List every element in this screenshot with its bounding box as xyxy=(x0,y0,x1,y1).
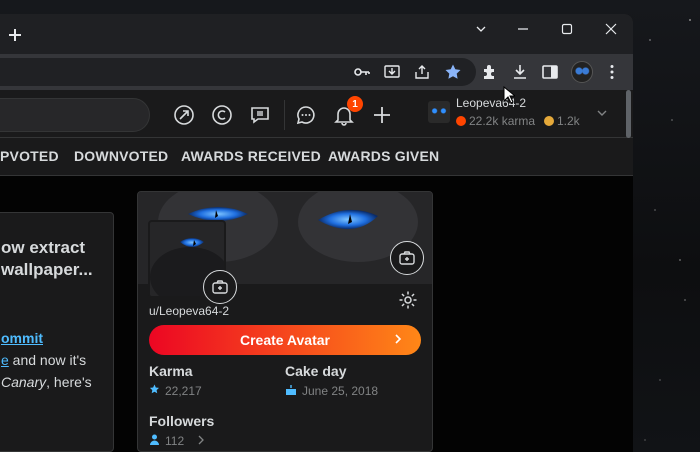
post-text-2: , here's xyxy=(46,374,92,390)
add-banner-photo-button[interactable] xyxy=(390,241,424,275)
maximize-icon xyxy=(561,23,573,35)
chevron-down-icon xyxy=(476,26,486,32)
karma-value: 22,217 xyxy=(149,384,202,398)
user-coins: 1.2k xyxy=(544,114,580,128)
karma-value-text: 22,217 xyxy=(165,384,202,398)
user-avatar xyxy=(428,101,450,123)
side-panel-icon xyxy=(542,65,558,79)
close-icon xyxy=(605,23,617,35)
side-panel-button[interactable] xyxy=(540,62,560,82)
create-avatar-button[interactable]: Create Avatar xyxy=(149,325,421,355)
cakeday-label: Cake day xyxy=(285,363,347,379)
share-button[interactable] xyxy=(412,62,432,82)
maximize-button[interactable] xyxy=(552,20,582,40)
chevron-right-icon xyxy=(197,434,205,448)
profile-avatar[interactable] xyxy=(571,61,593,83)
plus-icon xyxy=(9,29,21,41)
user-menu[interactable]: Leopeva64-2 22.2k karma 1.2k xyxy=(428,94,618,134)
key-icon xyxy=(354,68,370,76)
post-title[interactable]: ow extract wallpaper... xyxy=(1,237,111,281)
tab-strip xyxy=(0,14,633,54)
followers-value-text: 112 xyxy=(165,434,185,448)
user-coins-text: 1.2k xyxy=(557,114,580,128)
create-post-button[interactable] xyxy=(370,103,394,127)
coins-icon xyxy=(212,105,232,125)
user-icon xyxy=(149,434,160,448)
post-card[interactable]: ow extract wallpaper... ommit e and now … xyxy=(0,212,114,452)
cakeday-value-text: June 25, 2018 xyxy=(302,384,379,398)
coin-icon xyxy=(544,116,554,126)
create-avatar-label: Create Avatar xyxy=(239,332,330,348)
share-icon xyxy=(415,65,429,79)
mod-icon xyxy=(251,107,269,124)
create-post-icon xyxy=(374,107,390,123)
user-karma-text: 22.2k karma xyxy=(469,114,536,128)
site-header: Leopeva64-2 22.2k karma 1.2k xyxy=(0,90,633,138)
new-tab-button[interactable] xyxy=(6,26,24,44)
downloads-button[interactable] xyxy=(510,62,530,82)
gear-icon xyxy=(399,291,417,309)
profile-tabs: PVOTED DOWNVOTED AWARDS RECEIVED AWARDS … xyxy=(0,138,633,176)
cakeday-value: June 25, 2018 xyxy=(285,384,378,398)
profile-card: u/Leopeva64-2 Create Avatar Karma 22,217… xyxy=(137,191,433,452)
user-name: Leopeva64-2 xyxy=(456,96,527,110)
add-photo-icon xyxy=(212,280,228,294)
cake-icon xyxy=(285,384,297,398)
karma-label: Karma xyxy=(149,363,193,379)
popular-button[interactable] xyxy=(172,103,196,127)
tab-upvoted[interactable]: PVOTED xyxy=(0,148,59,164)
tab-search-button[interactable] xyxy=(466,20,496,40)
chevron-down-icon xyxy=(596,107,608,122)
notification-badge: 1 xyxy=(347,96,363,112)
tab-awards-given[interactable]: AWARDS GIVEN xyxy=(328,148,439,164)
chevron-right-icon xyxy=(393,325,403,355)
profile-settings-button[interactable] xyxy=(398,290,418,310)
download-icon xyxy=(514,65,526,79)
install-app-icon xyxy=(384,65,400,78)
menu-icon xyxy=(610,65,614,79)
add-avatar-photo-button[interactable] xyxy=(203,270,237,304)
followers-value[interactable]: 112 xyxy=(149,434,205,448)
popular-icon xyxy=(174,105,194,125)
address-bar[interactable] xyxy=(0,58,476,86)
karma-icon xyxy=(456,116,466,126)
coins-button[interactable] xyxy=(210,103,234,127)
browser-menu-button[interactable] xyxy=(602,62,622,82)
post-link-2[interactable]: e xyxy=(1,352,9,368)
chat-button[interactable] xyxy=(294,103,318,127)
post-link[interactable]: ommit xyxy=(1,330,43,346)
bookmark-button[interactable] xyxy=(443,62,463,82)
header-divider xyxy=(284,100,285,130)
add-photo-icon xyxy=(399,251,415,265)
extensions-icon xyxy=(484,65,494,79)
search-input[interactable] xyxy=(0,98,150,132)
install-app-button[interactable] xyxy=(382,62,402,82)
password-button[interactable] xyxy=(352,62,372,82)
bookmark-star-icon xyxy=(445,64,461,79)
mouse-cursor-icon xyxy=(503,86,515,104)
page-scrollbar[interactable] xyxy=(626,90,631,138)
minimize-icon xyxy=(518,28,528,30)
mod-button[interactable] xyxy=(248,103,272,127)
close-window-button[interactable] xyxy=(596,20,626,40)
extensions-button[interactable] xyxy=(480,62,500,82)
profile-username: u/Leopeva64-2 xyxy=(149,304,230,318)
post-body: ommit e and now it's Canary, here's xyxy=(1,327,105,393)
post-text: and now it's xyxy=(8,352,87,368)
tab-awards-received[interactable]: AWARDS RECEIVED xyxy=(181,148,321,164)
post-italic: Canary xyxy=(1,374,47,390)
followers-label: Followers xyxy=(149,413,215,429)
tab-downvoted[interactable]: DOWNVOTED xyxy=(74,148,168,164)
browser-toolbar xyxy=(0,54,633,90)
karma-star-icon xyxy=(149,384,160,398)
user-karma: 22.2k karma xyxy=(456,114,535,128)
minimize-button[interactable] xyxy=(508,20,538,40)
chat-icon xyxy=(296,106,315,125)
